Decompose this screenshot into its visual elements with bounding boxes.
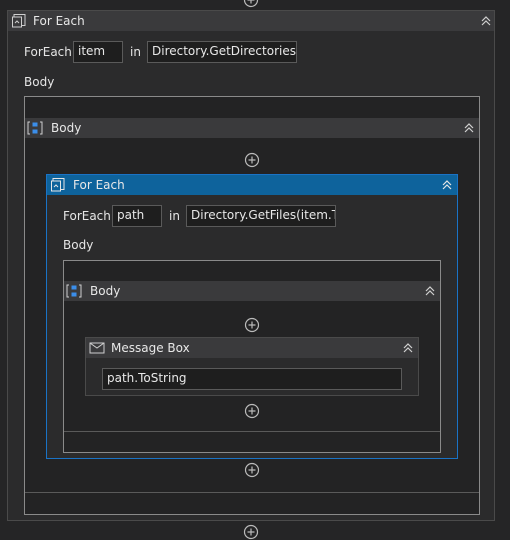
add-activity-icon[interactable] <box>244 462 260 478</box>
inner-in-label: in <box>169 209 180 223</box>
inner-body-label: Body <box>63 238 94 252</box>
outer-in-label: in <box>130 45 141 59</box>
sequence-footer-divider <box>64 431 440 432</box>
inner-sequence-title: Body <box>90 284 121 298</box>
inner-sequence-header[interactable]: Body <box>64 281 440 301</box>
inner-foreach-header[interactable]: For Each <box>47 175 457 195</box>
envelope-icon <box>89 342 105 354</box>
add-activity-icon[interactable] <box>244 317 260 333</box>
sequence-footer-divider <box>25 492 479 493</box>
outer-sequence-title: Body <box>51 121 82 135</box>
outer-body-container: Body For Each ForEach path in Directory.… <box>24 96 480 515</box>
inner-collection-input[interactable]: Directory.GetFiles(item.ToS <box>186 205 336 227</box>
collapse-icon[interactable] <box>422 283 438 299</box>
collapse-icon[interactable] <box>478 13 494 29</box>
foreach-icon <box>12 14 26 28</box>
message-box-header[interactable]: Message Box <box>86 338 418 358</box>
workflow-designer-canvas: { "outer_foreach": { "title": "For Each"… <box>0 0 510 540</box>
inner-foreach-activity[interactable]: For Each ForEach path in Directory.GetFi… <box>46 174 458 459</box>
outer-foreach-header[interactable]: For Each <box>8 11 494 31</box>
message-box-activity[interactable]: Message Box path.ToString <box>85 337 419 396</box>
add-activity-icon[interactable] <box>244 403 260 419</box>
outer-sequence-header[interactable]: Body <box>25 118 479 138</box>
message-box-title: Message Box <box>111 341 190 355</box>
sequence-icon <box>66 284 82 298</box>
outer-item-input[interactable]: item <box>73 41 123 63</box>
outer-body-label: Body <box>24 75 55 89</box>
inner-foreach-title: For Each <box>73 178 125 192</box>
inner-body-container: Body Message Box path.ToString <box>63 260 441 453</box>
sequence-icon <box>27 121 43 135</box>
outer-collection-input[interactable]: Directory.GetDirectories("D <box>147 41 297 63</box>
collapse-icon[interactable] <box>461 120 477 136</box>
foreach-icon <box>51 178 65 192</box>
collapse-icon[interactable] <box>439 177 455 193</box>
outer-foreach-title: For Each <box>33 14 85 28</box>
collapse-icon[interactable] <box>400 340 416 356</box>
inner-foreach-label: ForEach <box>63 209 111 223</box>
add-activity-icon[interactable] <box>243 0 259 8</box>
outer-foreach-label: ForEach <box>24 45 72 59</box>
add-activity-icon[interactable] <box>244 152 260 168</box>
outer-foreach-activity[interactable]: For Each ForEach item in Directory.GetDi… <box>7 10 495 521</box>
inner-item-input[interactable]: path <box>112 205 162 227</box>
message-text-input[interactable]: path.ToString <box>102 368 402 390</box>
